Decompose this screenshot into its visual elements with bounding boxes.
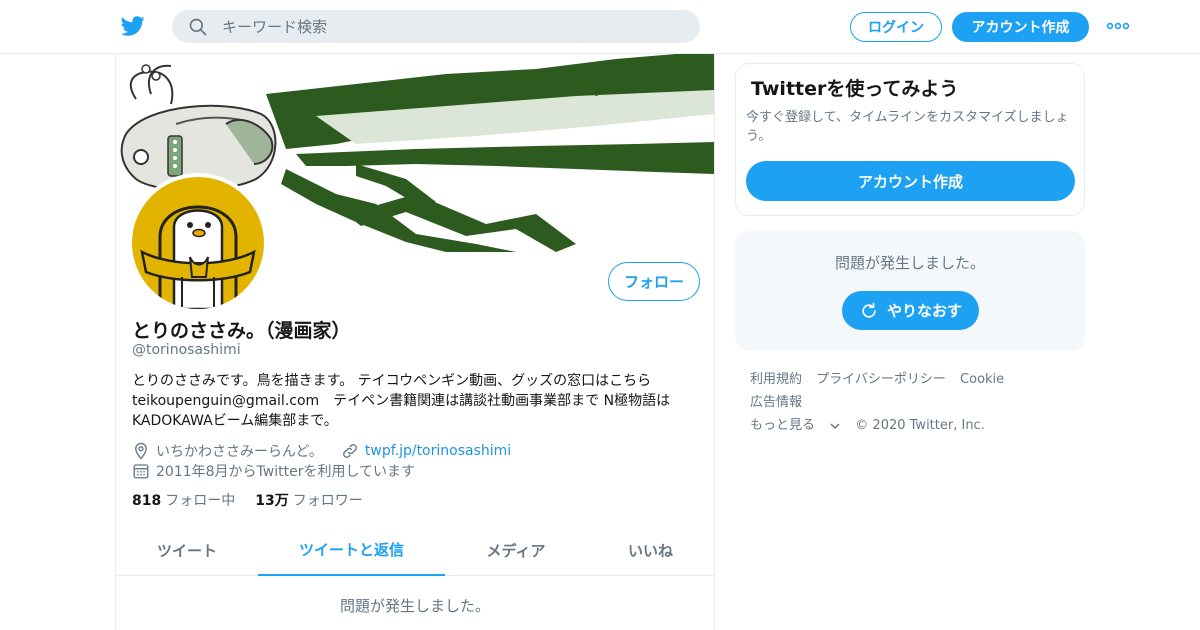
retry-button[interactable]: やりなおす <box>842 291 979 330</box>
calendar-icon <box>133 464 149 479</box>
profile-meta-row: いちかわささみーらんど。 twpf.jp/torinosashimi <box>132 441 511 461</box>
tab-likes[interactable]: いいね <box>587 524 714 576</box>
footer-links: 利用規約 プライバシーポリシー Cookie 広告情報 もっと見る © 2020… <box>750 368 1080 437</box>
profile-column: フォロー とりのささみ。（漫画家） @torinosashimi とりのささみで… <box>115 54 715 630</box>
profile-handle[interactable]: @torinosashimi <box>132 342 241 358</box>
following-count: 818 <box>132 493 162 509</box>
footer-link-terms[interactable]: 利用規約 <box>750 372 802 387</box>
login-button[interactable]: ログイン <box>850 12 942 42</box>
signup-card-button[interactable]: アカウント作成 <box>746 161 1075 201</box>
search-icon <box>189 18 207 36</box>
following-label: フォロー中 <box>165 493 236 509</box>
search-input[interactable] <box>222 10 682 43</box>
twitter-bird-logo-icon[interactable] <box>120 14 146 38</box>
trends-error-message: 問題が発生しました。 <box>834 254 985 272</box>
footer-link-more[interactable]: もっと見る <box>750 418 845 433</box>
footer-link-privacy[interactable]: プライバシーポリシー <box>816 372 946 387</box>
footer-link-cookie[interactable]: Cookie <box>960 372 1004 387</box>
bio-line: とりのささみです。鳥を描きます。 テイコウペンギン動画、グッズの窓口はこちら <box>132 373 652 389</box>
profile-joined-row: 2011年8月からTwitterを利用しています <box>132 461 415 481</box>
followers-label: フォロワー <box>292 493 363 509</box>
profile-display-name: とりのささみ。（漫画家） <box>132 320 351 342</box>
location-pin-icon <box>135 442 147 460</box>
more-options-icon[interactable] <box>1106 18 1130 34</box>
footer-more-label: もっと見る <box>750 418 816 433</box>
trends-error-card: 問題が発生しました。 やりなおす <box>735 231 1085 351</box>
profile-counts: 818 フォロー中 13万 フォロワー <box>132 490 363 510</box>
bio-line: teikoupenguin@gmail.com テイペン書籍関連は講談社動画事業… <box>132 393 671 409</box>
bio-line: KADOKAWAビーム編集部まで。 <box>132 413 338 429</box>
signup-button[interactable]: アカウント作成 <box>952 12 1089 42</box>
refresh-icon <box>862 302 876 318</box>
signup-card-title: Twitterを使ってみよう <box>751 78 959 100</box>
tab-media[interactable]: メディア <box>445 524 587 576</box>
followers-count-link[interactable]: 13万 フォロワー <box>255 490 362 510</box>
footer-copyright: © 2020 Twitter, Inc. <box>855 418 985 433</box>
profile-location: いちかわささみーらんど。 <box>156 444 323 460</box>
timeline-error-message: 問題が発生しました。 <box>339 597 490 615</box>
link-icon <box>342 444 357 458</box>
profile-avatar[interactable] <box>128 173 268 313</box>
footer-link-ads[interactable]: 広告情報 <box>750 395 802 410</box>
top-navigation-bar: ログイン アカウント作成 <box>0 0 1200 54</box>
followers-count: 13万 <box>255 493 289 509</box>
profile-joined-date: 2011年8月からTwitterを利用しています <box>156 464 416 480</box>
signup-prompt-card: Twitterを使ってみよう 今すぐ登録して、タイムラインをカスタマイズしましょ… <box>735 63 1085 216</box>
avatar-penguin-illustration <box>132 177 264 309</box>
tab-tweets[interactable]: ツイート <box>116 524 258 576</box>
profile-website-link[interactable]: twpf.jp/torinosashimi <box>365 443 511 459</box>
following-count-link[interactable]: 818 フォロー中 <box>132 490 235 510</box>
profile-tabs: ツイート ツイートと返信 メディア いいね <box>116 524 714 576</box>
follow-button[interactable]: フォロー <box>608 262 700 301</box>
search-box[interactable] <box>172 10 700 43</box>
profile-bio: とりのささみです。鳥を描きます。 テイコウペンギン動画、グッズの窓口はこちら t… <box>132 371 702 431</box>
tab-tweets-and-replies[interactable]: ツイートと返信 <box>258 524 445 576</box>
retry-label: やりなおす <box>886 302 962 320</box>
signup-card-subtitle: 今すぐ登録して、タイムラインをカスタマイズしましょう。 <box>746 110 1069 144</box>
chevron-down-icon <box>830 422 840 429</box>
